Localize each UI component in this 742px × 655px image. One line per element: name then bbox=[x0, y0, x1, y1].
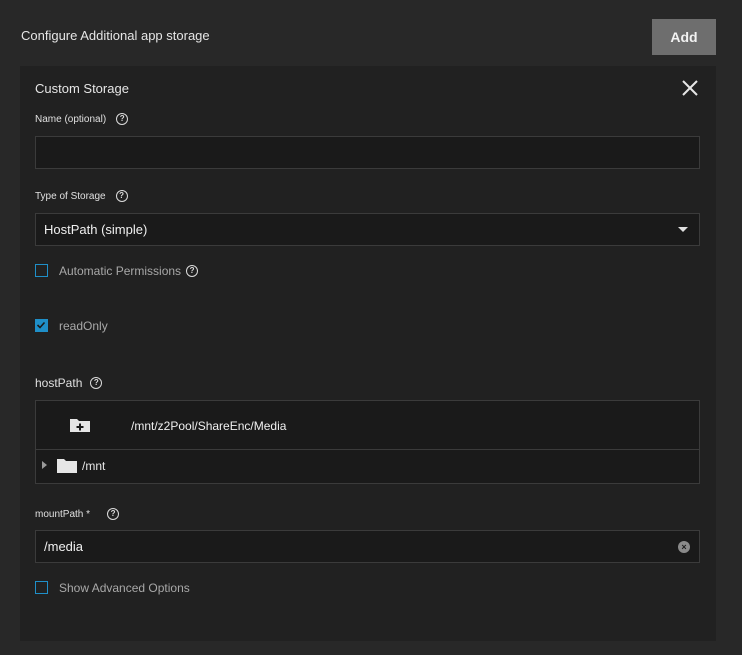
advanced-options-label: Show Advanced Options bbox=[59, 581, 190, 595]
host-path-label: hostPath ? bbox=[35, 376, 103, 390]
auto-permissions-label: Automatic Permissions ? bbox=[59, 264, 199, 278]
storage-type-value: HostPath (simple) bbox=[44, 222, 148, 237]
mount-path-value: /media bbox=[44, 539, 84, 554]
mount-path-input[interactable]: /media × bbox=[35, 530, 700, 563]
mount-path-label: mountPath * ? bbox=[35, 508, 120, 520]
read-only-checkbox[interactable] bbox=[35, 319, 48, 332]
advanced-options-checkbox[interactable] bbox=[35, 581, 48, 594]
folder-icon bbox=[57, 459, 77, 473]
help-icon[interactable]: ? bbox=[107, 508, 120, 520]
expand-arrow-icon[interactable] bbox=[42, 461, 47, 469]
host-path-explorer: /mnt/z2Pool/ShareEnc/Media /mnt bbox=[35, 400, 700, 484]
help-icon[interactable]: ? bbox=[90, 377, 103, 389]
check-icon bbox=[36, 321, 46, 329]
card-title: Custom Storage bbox=[35, 81, 129, 96]
name-field-label: Name (optional) ? bbox=[35, 113, 129, 125]
help-icon[interactable]: ? bbox=[186, 265, 199, 277]
tree-node[interactable]: /mnt bbox=[36, 450, 699, 483]
tree-node-label: /mnt bbox=[82, 459, 106, 473]
close-icon[interactable] bbox=[680, 78, 700, 98]
name-input[interactable] bbox=[35, 136, 700, 169]
selected-path: /mnt/z2Pool/ShareEnc/Media bbox=[131, 419, 287, 433]
add-button[interactable]: Add bbox=[652, 19, 716, 55]
explorer-toolbar: /mnt/z2Pool/ShareEnc/Media bbox=[36, 401, 699, 450]
custom-storage-card: Custom Storage Name (optional) ? Type of… bbox=[20, 66, 716, 641]
auto-permissions-checkbox[interactable] bbox=[35, 264, 48, 277]
clear-icon[interactable]: × bbox=[678, 541, 690, 553]
page-title: Configure Additional app storage bbox=[21, 28, 210, 43]
help-icon[interactable]: ? bbox=[115, 190, 128, 202]
new-folder-icon[interactable] bbox=[69, 417, 91, 433]
read-only-label: readOnly bbox=[59, 319, 108, 333]
help-icon[interactable]: ? bbox=[116, 113, 129, 125]
storage-type-label: Type of Storage ? bbox=[35, 190, 128, 202]
dropdown-caret-icon bbox=[678, 227, 688, 232]
storage-type-select[interactable]: HostPath (simple) bbox=[35, 213, 700, 246]
